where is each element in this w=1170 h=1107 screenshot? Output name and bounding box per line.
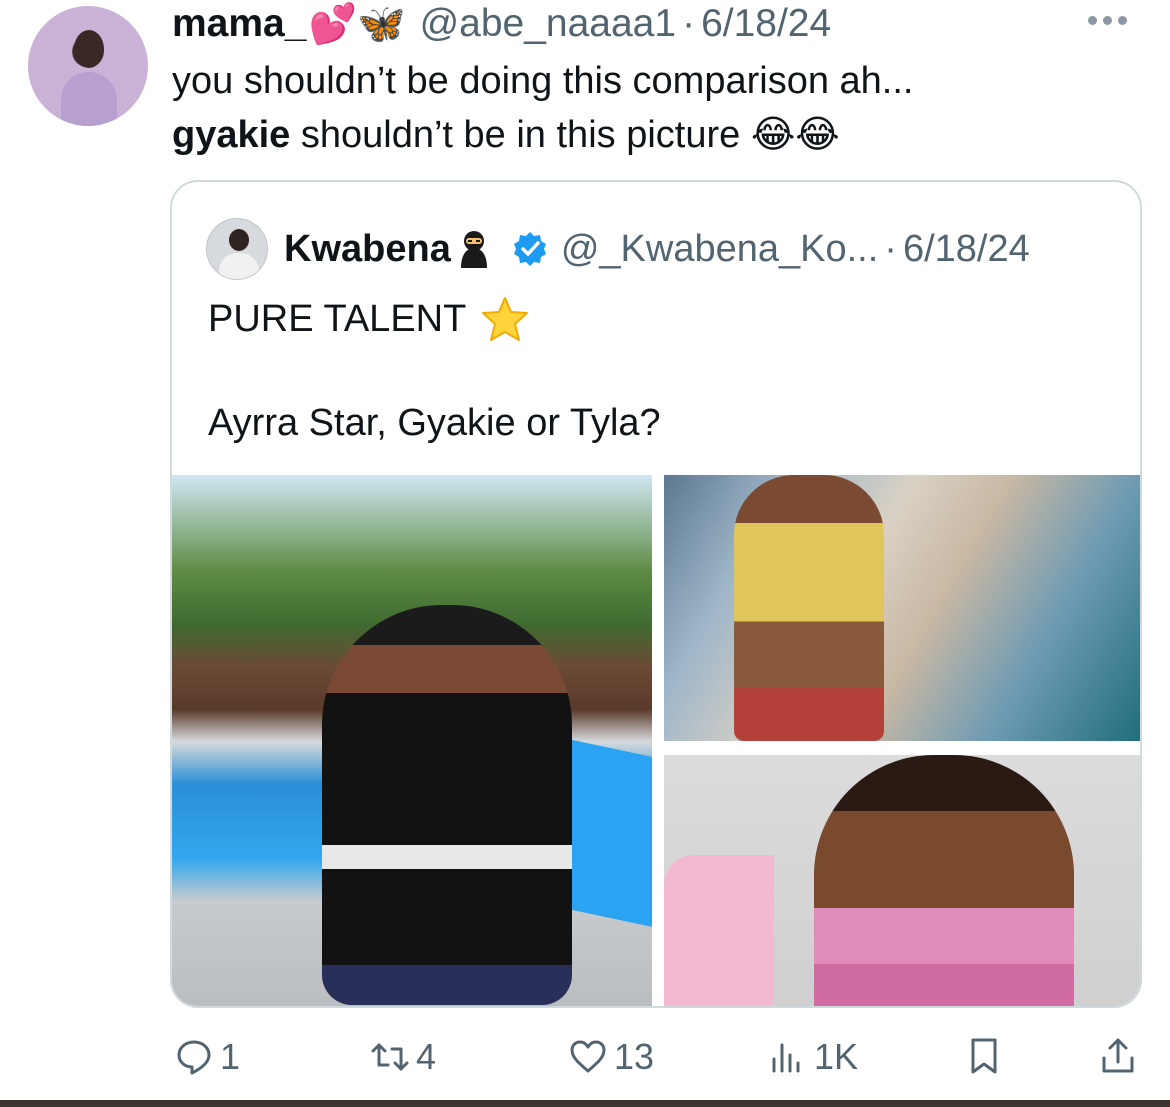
reply-icon: [177, 1040, 211, 1075]
action-bar: 1 4 13 1K: [0, 1032, 1170, 1086]
tweet-line-1: you shouldn’t be doing this comparison a…: [172, 60, 914, 102]
photo-arm: [664, 855, 774, 1005]
reply-count: 1: [220, 1036, 241, 1077]
more-dot: [1088, 16, 1097, 25]
quoted-tweet-line-2: Ayrra Star, Gyakie or Tyla?: [208, 402, 661, 444]
bottom-edge-bar: [0, 1100, 1170, 1107]
tweet-line-2-rest: shouldn’t be in this picture: [290, 114, 741, 156]
like-button[interactable]: 13: [568, 1036, 654, 1078]
tweet-line-2-bold: gyakie: [172, 114, 291, 156]
more-dot: [1103, 16, 1112, 25]
star-icon: [480, 295, 530, 343]
quoted-tweet-header: Kwabena @_Kwabena_Ko... · 6/18/24: [284, 226, 1030, 272]
media-photo-3[interactable]: [664, 755, 1140, 1006]
media-photo-1[interactable]: [172, 475, 652, 1006]
views-button[interactable]: 1K: [768, 1036, 858, 1078]
share-icon: [1102, 1038, 1134, 1073]
media-photo-2[interactable]: [664, 475, 1140, 741]
separator-dot: ·: [884, 227, 897, 270]
more-dot: [1118, 16, 1127, 25]
avatar-head: [229, 229, 249, 251]
avatar-figure: [219, 253, 259, 279]
retweet-button[interactable]: 4: [370, 1036, 436, 1078]
ninja-icon: [453, 228, 495, 270]
photo-person: [814, 755, 1074, 1006]
quoted-author-avatar[interactable]: [206, 218, 268, 280]
photo-person: [734, 475, 884, 741]
separator-dot: ·: [682, 2, 696, 45]
quoted-text-1: PURE TALENT: [208, 298, 467, 340]
author-name-emojis: 💕🦋: [308, 3, 406, 46]
photo-person: [322, 605, 572, 1005]
like-count: 13: [614, 1036, 655, 1077]
laughing-emojis: 😂😂: [750, 114, 840, 156]
views-icon: [772, 1043, 800, 1073]
retweet-count: 4: [416, 1036, 437, 1077]
author-avatar[interactable]: [28, 6, 148, 126]
avatar-figure: [61, 72, 117, 126]
verified-badge-icon: [511, 230, 549, 268]
quoted-tweet-line-1: PURE TALENT: [208, 294, 530, 344]
retweet-icon: [371, 1043, 409, 1071]
tweet-header: mama_ 💕🦋 @abe_naaaa1 · 6/18/24: [172, 2, 831, 46]
quoted-author-handle[interactable]: @_Kwabena_Ko...: [561, 228, 878, 271]
author-name[interactable]: mama_: [172, 2, 306, 46]
avatar-head: [74, 30, 104, 68]
author-handle[interactable]: @abe_naaaa1: [420, 2, 677, 46]
like-icon: [570, 1040, 606, 1073]
tweet-date[interactable]: 6/18/24: [701, 2, 831, 46]
tweet-line-2: gyakie shouldn’t be in this picture 😂😂: [172, 108, 913, 162]
reply-button[interactable]: 1: [174, 1036, 240, 1078]
quoted-tweet-date[interactable]: 6/18/24: [903, 228, 1030, 271]
bookmark-button[interactable]: [964, 1036, 1004, 1076]
share-button[interactable]: [1098, 1036, 1138, 1076]
bookmark-icon: [971, 1038, 997, 1074]
quoted-tweet[interactable]: Kwabena @_Kwabena_Ko... · 6/18/24 PURE T…: [170, 180, 1142, 1008]
quoted-author-name[interactable]: Kwabena: [284, 228, 451, 271]
tweet-body: you shouldn’t be doing this comparison a…: [172, 54, 913, 162]
views-count: 1K: [814, 1036, 859, 1077]
more-options-icon[interactable]: [1088, 16, 1127, 25]
